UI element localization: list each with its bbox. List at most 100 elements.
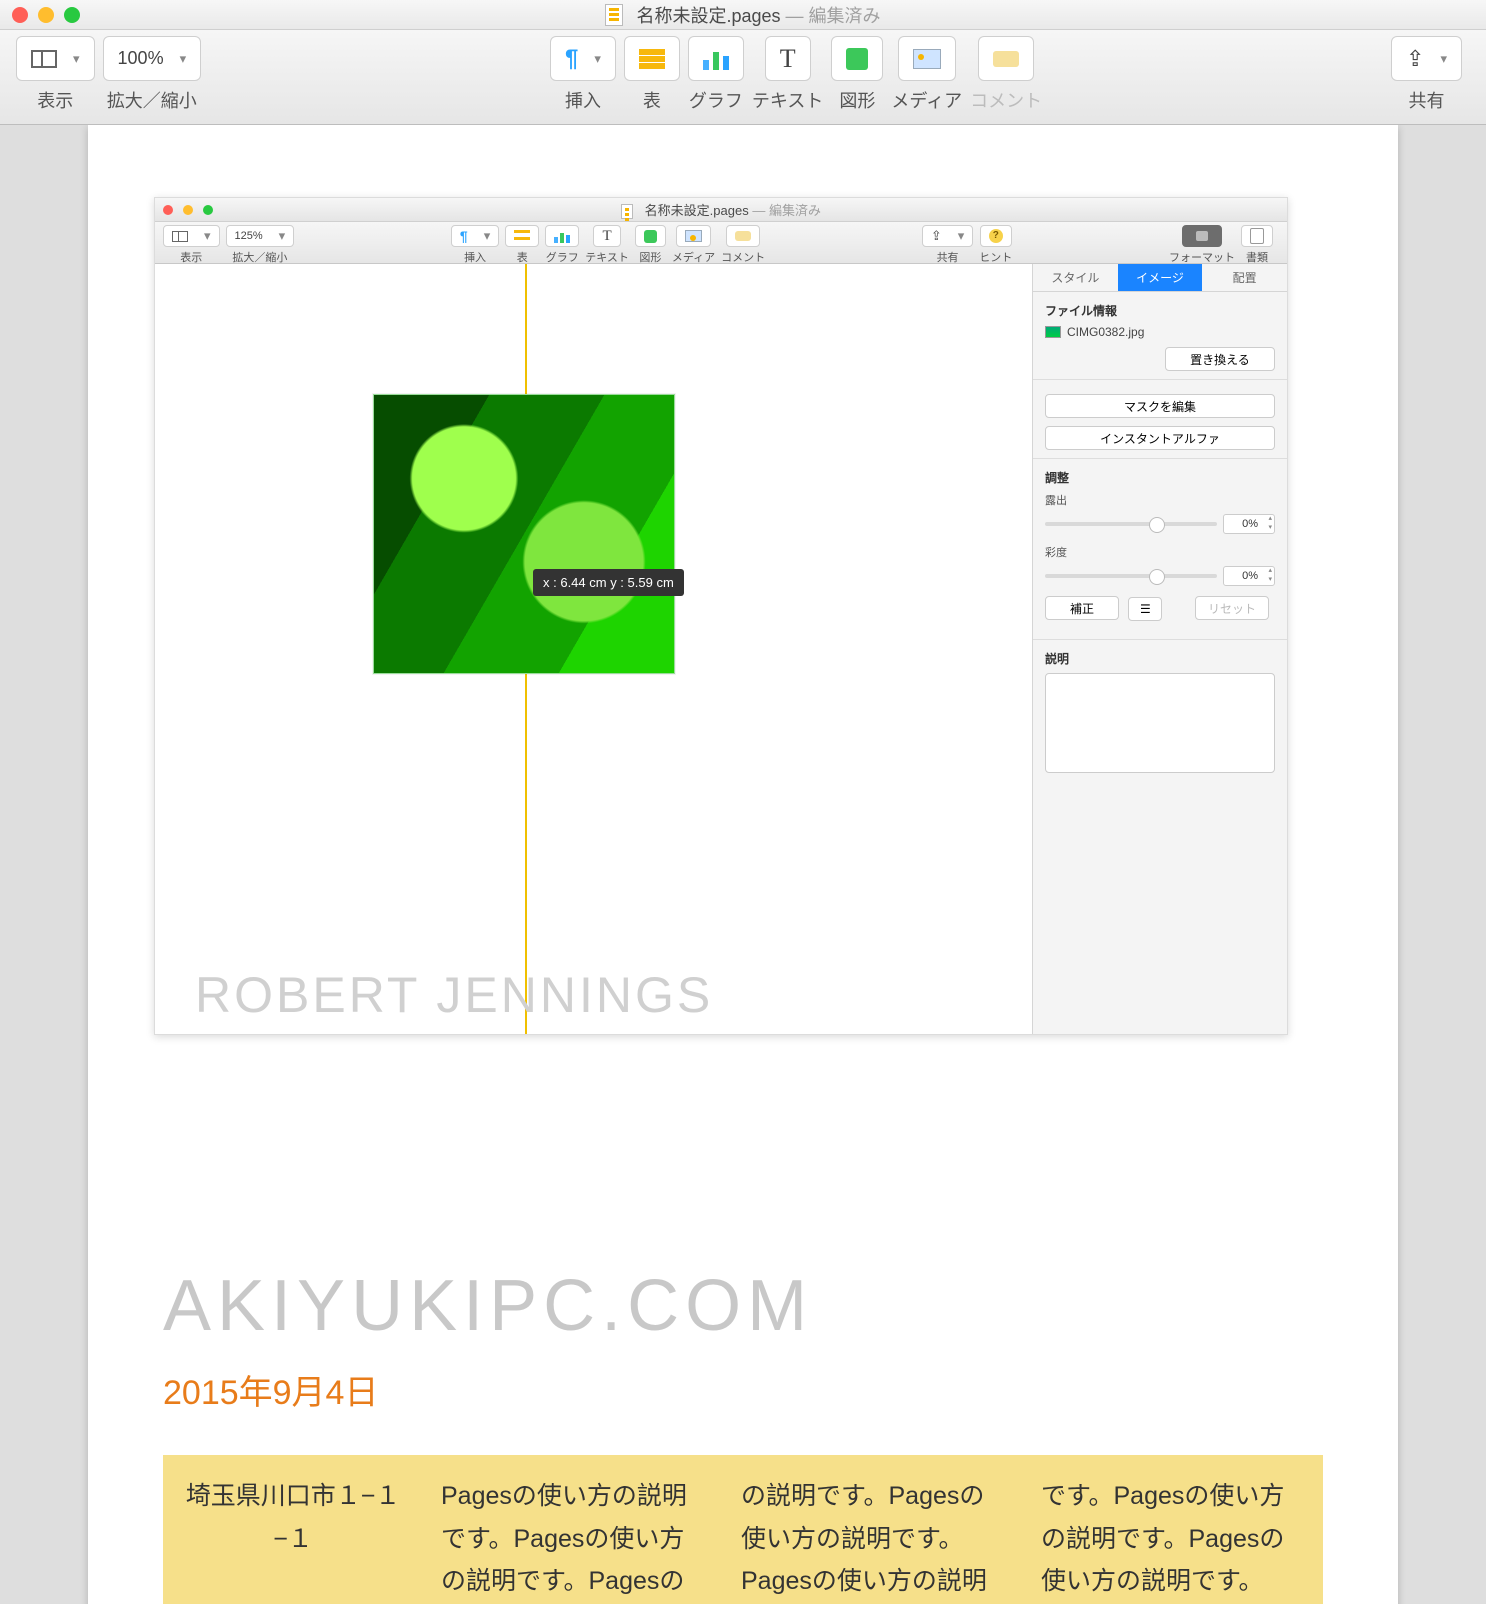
shape-button[interactable] xyxy=(831,36,883,81)
shape-icon xyxy=(846,48,868,70)
chart-label: グラフ xyxy=(689,87,743,113)
view-icon xyxy=(31,50,57,68)
chevron-down-icon: ▾ xyxy=(73,51,80,67)
media-icon xyxy=(913,49,941,69)
inner-document-label: 書類 xyxy=(1246,249,1268,265)
inner-insert-button[interactable]: ¶▾ xyxy=(451,225,499,247)
inner-hint-button[interactable]: ? xyxy=(980,225,1012,247)
outer-toolbar: ▾ 表示 100%▾ 拡大／縮小 ¶▾挿入 表 グラフ Tテキスト 図形 メディ… xyxy=(0,30,1486,125)
exposure-slider[interactable] xyxy=(1045,522,1217,526)
pages-doc-icon xyxy=(621,204,633,219)
shape-label: 図形 xyxy=(839,87,875,113)
instant-alpha-button[interactable]: インスタントアルファ xyxy=(1045,426,1275,450)
file-name: CIMG0382.jpg xyxy=(1067,325,1144,339)
chevron-down-icon: ▾ xyxy=(594,51,601,67)
inner-share-label: 共有 xyxy=(937,249,959,265)
paragraph-icon: ¶ xyxy=(460,228,468,244)
window-title: 名称未設定.pages — 編集済み xyxy=(0,2,1486,28)
file-chip: CIMG0382.jpg xyxy=(1045,325,1275,339)
reset-button[interactable]: リセット xyxy=(1195,596,1269,620)
text-button[interactable]: T xyxy=(765,36,811,81)
inner-view-label: 表示 xyxy=(180,249,202,265)
inspector-panel: スタイル イメージ 配置 ファイル情報 CIMG0382.jpg 置き換える マ… xyxy=(1032,264,1287,1034)
inner-title-suffix: — 編集済み xyxy=(752,203,821,218)
chart-button[interactable] xyxy=(688,36,744,81)
replace-button[interactable]: 置き換える xyxy=(1165,347,1275,371)
title-text: 名称未設定.pages xyxy=(636,6,780,26)
inner-body: x : 6.44 cm y : 5.59 cm ROBERT JENNINGS … xyxy=(155,264,1287,1034)
inner-title-text: 名称未設定.pages xyxy=(645,203,749,218)
coordinate-tooltip: x : 6.44 cm y : 5.59 cm xyxy=(533,569,684,596)
address-column[interactable]: 埼玉県川口市１−１−１ xyxy=(163,1475,423,1604)
exposure-value[interactable]: 0% xyxy=(1223,514,1275,534)
document-area[interactable]: 名称未設定.pages — 編集済み ▾表示 125%▾拡大／縮小 ¶▾挿入 表… xyxy=(0,125,1486,1604)
adjust-settings-button[interactable]: ☰ xyxy=(1128,597,1162,621)
media-label: メディア xyxy=(891,87,962,113)
inner-text-button[interactable]: T xyxy=(593,225,620,247)
table-label: 表 xyxy=(643,87,661,113)
inner-shape-label: 図形 xyxy=(639,249,661,265)
inner-zoom-value: 125% xyxy=(235,230,263,242)
media-icon xyxy=(685,230,702,242)
inner-share-button[interactable]: ⇪▾ xyxy=(922,225,973,247)
zoom-button[interactable]: 100%▾ xyxy=(103,36,202,81)
outer-titlebar: 名称未設定.pages — 編集済み xyxy=(0,0,1486,30)
chart-icon xyxy=(703,48,729,70)
inner-chart-label: グラフ xyxy=(546,249,579,265)
zoom-label: 拡大／縮小 xyxy=(107,87,197,113)
inner-media-label: メディア xyxy=(672,249,715,265)
pages-doc-icon xyxy=(605,4,623,26)
share-label: 共有 xyxy=(1409,87,1445,113)
inner-format-label: フォーマット xyxy=(1169,249,1235,265)
document-date[interactable]: 2015年9月4日 xyxy=(163,1365,378,1414)
inner-media-button[interactable] xyxy=(676,225,711,247)
shape-icon xyxy=(644,230,657,243)
body-column-4[interactable]: です。Pagesの使い方の説明です。Pagesの使い方の説明です。Pagesの使… xyxy=(1023,1475,1323,1604)
highlighted-columns[interactable]: 埼玉県川口市１−１−１ Pagesの使い方の説明です。Pagesの使い方の説明で… xyxy=(163,1455,1323,1604)
comment-label: コメント xyxy=(970,87,1042,113)
exposure-label: 露出 xyxy=(1045,492,1275,508)
tab-style[interactable]: スタイル xyxy=(1033,264,1118,291)
selected-image[interactable] xyxy=(373,394,675,674)
inner-format-button[interactable] xyxy=(1182,225,1222,247)
inner-window: 名称未設定.pages — 編集済み ▾表示 125%▾拡大／縮小 ¶▾挿入 表… xyxy=(154,197,1288,1035)
body-column-2[interactable]: Pagesの使い方の説明です。Pagesの使い方の説明です。Pagesの xyxy=(423,1475,723,1604)
table-button[interactable] xyxy=(624,36,680,81)
saturation-value[interactable]: 0% xyxy=(1223,566,1275,586)
media-button[interactable] xyxy=(898,36,956,81)
description-textarea[interactable] xyxy=(1045,673,1275,773)
inner-canvas[interactable]: x : 6.44 cm y : 5.59 cm ROBERT JENNINGS xyxy=(155,264,1032,1034)
chevron-down-icon: ▾ xyxy=(180,51,187,67)
inner-zoom-button[interactable]: 125%▾ xyxy=(226,225,295,247)
body-column-3[interactable]: の説明です。Pagesの使い方の説明です。Pagesの使い方の説明です。Page… xyxy=(723,1475,1023,1604)
enhance-button[interactable]: 補正 xyxy=(1045,596,1119,620)
comment-icon xyxy=(993,51,1019,67)
document-icon xyxy=(1250,228,1264,244)
inner-text-label: テキスト xyxy=(585,249,629,265)
inner-toolbar: ▾表示 125%▾拡大／縮小 ¶▾挿入 表 グラフ Tテキスト 図形 メディア … xyxy=(155,222,1287,264)
view-button[interactable]: ▾ xyxy=(16,36,95,81)
inner-insert-label: 挿入 xyxy=(464,249,486,265)
inner-document-button[interactable] xyxy=(1241,225,1273,247)
format-icon xyxy=(1191,228,1213,244)
tab-arrange[interactable]: 配置 xyxy=(1202,264,1287,291)
insert-button[interactable]: ¶▾ xyxy=(550,36,616,81)
inner-view-button[interactable]: ▾ xyxy=(163,225,220,247)
share-button[interactable]: ⇪▾ xyxy=(1391,36,1462,81)
text-icon: T xyxy=(780,44,796,74)
edit-mask-button[interactable]: マスクを編集 xyxy=(1045,394,1275,418)
saturation-slider[interactable] xyxy=(1045,574,1217,578)
file-thumbnail-icon xyxy=(1045,326,1061,338)
insert-label: 挿入 xyxy=(565,87,601,113)
inner-table-label: 表 xyxy=(517,249,528,265)
text-label: テキスト xyxy=(752,87,823,113)
inner-comment-button[interactable] xyxy=(726,225,760,247)
inner-window-title: 名称未設定.pages — 編集済み xyxy=(155,200,1287,219)
document-title[interactable]: AKIYUKIPC.COM xyxy=(163,1265,813,1347)
comment-button[interactable] xyxy=(978,36,1034,81)
page[interactable]: 名称未設定.pages — 編集済み ▾表示 125%▾拡大／縮小 ¶▾挿入 表… xyxy=(88,125,1398,1604)
tab-image[interactable]: イメージ xyxy=(1118,264,1203,291)
inner-table-button[interactable] xyxy=(505,225,539,247)
inner-chart-button[interactable] xyxy=(545,225,579,247)
inner-shape-button[interactable] xyxy=(635,225,666,247)
